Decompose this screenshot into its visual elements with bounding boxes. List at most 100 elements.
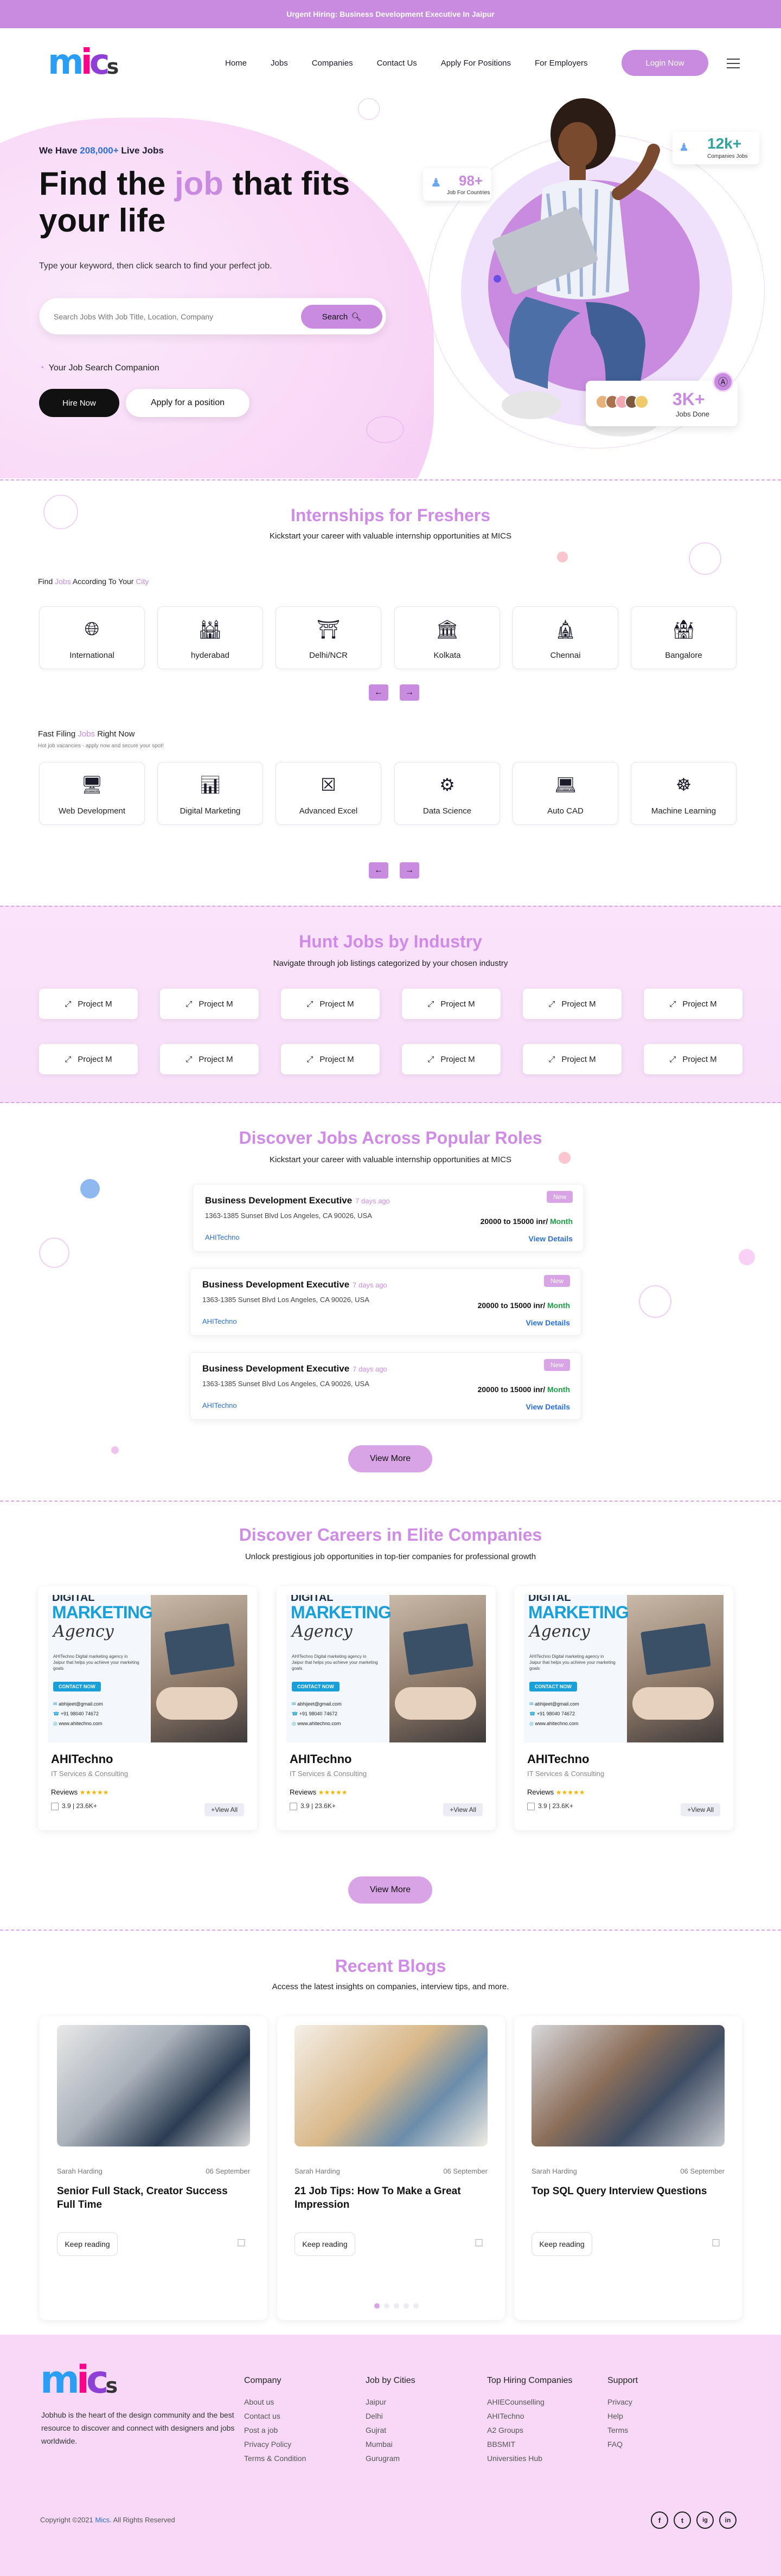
footer-link[interactable]: Help: [607, 2412, 623, 2420]
skill-card-autocad[interactable]: 💻︎ Auto CAD: [513, 762, 618, 825]
footer-link[interactable]: FAQ: [607, 2440, 623, 2449]
keep-reading-button[interactable]: Keep reading: [532, 2232, 592, 2256]
footer-link[interactable]: Terms & Condition: [244, 2454, 306, 2463]
skill-prev-arrow[interactable]: ←: [369, 862, 388, 879]
login-button[interactable]: Login Now: [622, 50, 708, 76]
blog-card[interactable]: Sarah Harding 06 September 21 Job Tips: …: [277, 2016, 505, 2320]
bookmark-icon[interactable]: ☐: [237, 2238, 246, 2249]
blog-title[interactable]: Senior Full Stack, Creator Success Full …: [57, 2184, 241, 2212]
industry-card[interactable]: ⤢ Project M: [523, 1044, 622, 1074]
hire-now-button[interactable]: Hire Now: [39, 389, 119, 417]
skill-card-data-science[interactable]: ⚙︎ Data Science: [394, 762, 500, 825]
city-card-international[interactable]: 🌐︎ International: [39, 606, 145, 669]
nav-apply[interactable]: Apply For Positions: [441, 59, 511, 68]
footer-link[interactable]: About us: [244, 2398, 274, 2406]
job-company[interactable]: AHITechno: [205, 1233, 240, 1241]
blog-card[interactable]: Sarah Harding 06 September Senior Full S…: [40, 2016, 267, 2320]
nav-jobs[interactable]: Jobs: [271, 59, 288, 68]
view-details-link[interactable]: View Details: [526, 1402, 570, 1411]
industry-card[interactable]: ⤢ Project M: [39, 989, 138, 1019]
industry-card[interactable]: ⤢ Project M: [281, 1044, 380, 1074]
industry-card[interactable]: ⤢ Project M: [402, 1044, 501, 1074]
carousel-dot[interactable]: [413, 2303, 419, 2309]
carousel-dot[interactable]: [384, 2303, 389, 2309]
footer-link[interactable]: Delhi: [366, 2412, 383, 2420]
twitter-icon[interactable]: t: [674, 2511, 691, 2529]
menu-icon[interactable]: [727, 59, 740, 72]
skill-card-excel[interactable]: ☒ Advanced Excel: [276, 762, 381, 825]
footer-link[interactable]: Gujrat: [366, 2426, 386, 2434]
footer-link[interactable]: Terms: [607, 2426, 628, 2434]
instagram-icon[interactable]: ig: [696, 2511, 714, 2529]
view-all-button[interactable]: +View All: [443, 1803, 483, 1816]
keep-reading-button[interactable]: Keep reading: [57, 2232, 118, 2256]
view-details-link[interactable]: View Details: [526, 1318, 570, 1327]
careers-view-more-button[interactable]: View More: [348, 1876, 432, 1904]
company-card[interactable]: DIGITAL MARKETING Agency AHITechno Digit…: [38, 1586, 257, 1830]
footer-link[interactable]: AHIECounselling: [487, 2398, 545, 2406]
roles-view-more-button[interactable]: View More: [348, 1445, 432, 1472]
search-button[interactable]: Search 🔍︎: [301, 305, 382, 329]
industry-card[interactable]: ⤢ Project M: [402, 989, 501, 1019]
footer-link[interactable]: Privacy Policy: [244, 2440, 291, 2449]
nav-contact[interactable]: Contact Us: [377, 59, 417, 68]
footer-link[interactable]: AHITechno: [487, 2412, 524, 2420]
skill-card-ml[interactable]: ☸︎ Machine Learning: [631, 762, 737, 825]
city-card-bangalore[interactable]: 🏰︎ Bangalore: [631, 606, 737, 669]
top-banner[interactable]: Urgent Hiring: Business Development Exec…: [0, 0, 781, 28]
industry-card[interactable]: ⤢ Project M: [160, 989, 259, 1019]
footer-link[interactable]: Gurugram: [366, 2454, 400, 2463]
job-card[interactable]: Business Development Executive 7 days ago…: [190, 1268, 581, 1336]
search-input[interactable]: [54, 309, 292, 324]
linkedin-icon[interactable]: in: [719, 2511, 737, 2529]
nav-companies[interactable]: Companies: [312, 59, 353, 68]
skill-card-web-dev[interactable]: 🖥︎ Web Development: [39, 762, 145, 825]
bookmark-icon[interactable]: ☐: [712, 2238, 720, 2249]
job-card[interactable]: Business Development Executive 7 days ago…: [190, 1352, 581, 1420]
badge-icon[interactable]: Ⓐ: [713, 371, 733, 392]
keep-reading-button[interactable]: Keep reading: [295, 2232, 355, 2256]
footer-link[interactable]: Post a job: [244, 2426, 278, 2434]
industry-card[interactable]: ⤢ Project M: [644, 989, 742, 1019]
city-card-chennai[interactable]: 🛕︎ Chennai: [513, 606, 618, 669]
company-card[interactable]: DIGITAL MARKETING Agency AHITechno Digit…: [277, 1586, 496, 1830]
job-company[interactable]: AHITechno: [202, 1317, 237, 1325]
job-company[interactable]: AHITechno: [202, 1401, 237, 1409]
footer-link[interactable]: A2 Groups: [487, 2426, 523, 2434]
facebook-icon[interactable]: f: [651, 2511, 668, 2529]
footer-link[interactable]: Jaipur: [366, 2398, 386, 2406]
company-card[interactable]: DIGITAL MARKETING Agency AHITechno Digit…: [514, 1586, 733, 1830]
industry-card[interactable]: ⤢ Project M: [523, 989, 622, 1019]
site-logo[interactable]: mics: [48, 45, 119, 80]
view-all-button[interactable]: +View All: [204, 1803, 244, 1816]
blog-title[interactable]: 21 Job Tips: How To Make a Great Impress…: [295, 2184, 479, 2212]
footer-link[interactable]: Universities Hub: [487, 2454, 542, 2463]
industry-card[interactable]: ⤢ Project M: [160, 1044, 259, 1074]
city-card-kolkata[interactable]: 🏛︎ Kolkata: [394, 606, 500, 669]
nav-home[interactable]: Home: [225, 59, 247, 68]
carousel-dot[interactable]: [404, 2303, 409, 2309]
carousel-dot-active[interactable]: [374, 2303, 380, 2309]
blog-title[interactable]: Top SQL Query Interview Questions: [532, 2184, 716, 2198]
city-card-hyderabad[interactable]: 🕌︎ hyderabad: [157, 606, 263, 669]
footer-link[interactable]: Mumbai: [366, 2440, 393, 2449]
city-prev-arrow[interactable]: ←: [369, 684, 388, 701]
view-details-link[interactable]: View Details: [529, 1234, 573, 1243]
industry-card[interactable]: ⤢ Project M: [39, 1044, 138, 1074]
view-all-button[interactable]: +View All: [681, 1803, 720, 1816]
footer-link[interactable]: Privacy: [607, 2398, 632, 2406]
nav-employers[interactable]: For Employers: [535, 59, 588, 68]
footer-link[interactable]: Contact us: [244, 2412, 280, 2420]
city-card-delhi[interactable]: ⛩︎ Delhi/NCR: [276, 606, 381, 669]
skill-next-arrow[interactable]: →: [400, 862, 419, 879]
blog-carousel-dots[interactable]: [374, 2303, 419, 2309]
apply-position-button[interactable]: Apply for a position: [126, 389, 249, 417]
footer-link[interactable]: BBSMIT: [487, 2440, 515, 2449]
industry-card[interactable]: ⤢ Project M: [281, 989, 380, 1019]
city-next-arrow[interactable]: →: [400, 684, 419, 701]
footer-logo[interactable]: mics: [40, 2361, 118, 2399]
blog-card[interactable]: Sarah Harding 06 September Top SQL Query…: [514, 2016, 742, 2320]
carousel-dot[interactable]: [394, 2303, 399, 2309]
industry-card[interactable]: ⤢ Project M: [644, 1044, 742, 1074]
job-card[interactable]: Business Development Executive 7 days ago…: [193, 1184, 584, 1252]
